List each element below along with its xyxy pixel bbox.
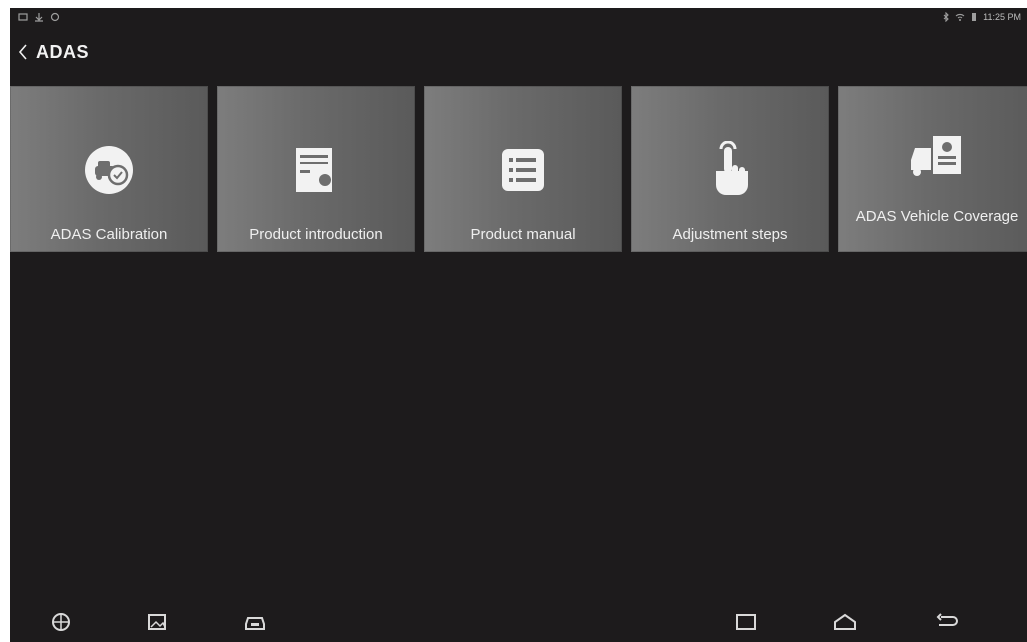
navigation-bar <box>10 602 1027 642</box>
sync-icon <box>50 12 60 22</box>
status-bar: 11:25 PM <box>10 8 1027 30</box>
globe-icon <box>52 613 70 631</box>
status-time: 11:25 PM <box>983 12 1021 22</box>
back-arrow-icon <box>936 613 958 626</box>
tile-product-introduction[interactable]: Product introduction <box>217 86 415 252</box>
car-icon <box>245 617 265 630</box>
notification-icon <box>18 13 28 21</box>
adas-calibration-icon <box>77 138 141 202</box>
vehicle-coverage-icon <box>905 126 969 190</box>
home-button[interactable] <box>832 610 858 634</box>
tile-adas-vehicle-coverage[interactable]: ADAS Vehicle Coverage <box>838 86 1027 252</box>
bluetooth-icon <box>943 12 949 22</box>
battery-icon <box>972 13 977 21</box>
back-nav-button[interactable] <box>934 610 960 634</box>
gallery-button[interactable] <box>145 610 171 634</box>
vci-button[interactable] <box>242 610 268 634</box>
tile-adas-calibration[interactable]: ADAS Calibration <box>10 86 208 252</box>
tile-label: ADAS Vehicle Coverage <box>855 208 1019 225</box>
chevron-left-icon <box>18 44 27 60</box>
tile-label: Product manual <box>470 226 576 243</box>
recent-apps-icon <box>736 614 756 630</box>
home-icon <box>834 613 856 630</box>
tile-label: Adjustment steps <box>672 226 788 243</box>
download-icon <box>35 13 43 22</box>
tap-hand-icon <box>698 138 762 202</box>
product-introduction-icon <box>284 138 348 202</box>
tile-label: ADAS Calibration <box>50 226 168 243</box>
list-icon <box>491 138 555 202</box>
image-icon <box>148 614 166 630</box>
tile-adjustment-steps[interactable]: Adjustment steps <box>631 86 829 252</box>
back-button[interactable] <box>10 36 36 68</box>
wifi-icon <box>955 13 965 21</box>
screen: 11:25 PM ADAS ADAS Calibration Product i… <box>10 8 1027 642</box>
page-title: ADAS <box>36 41 90 62</box>
header: ADAS <box>10 36 89 68</box>
tile-product-manual[interactable]: Product manual <box>424 86 622 252</box>
diagnostics-button[interactable] <box>48 610 74 634</box>
function-tiles: ADAS Calibration Product introduction Pr… <box>10 86 1027 252</box>
recent-apps-button[interactable] <box>733 610 759 634</box>
tile-label: Product introduction <box>249 226 383 243</box>
